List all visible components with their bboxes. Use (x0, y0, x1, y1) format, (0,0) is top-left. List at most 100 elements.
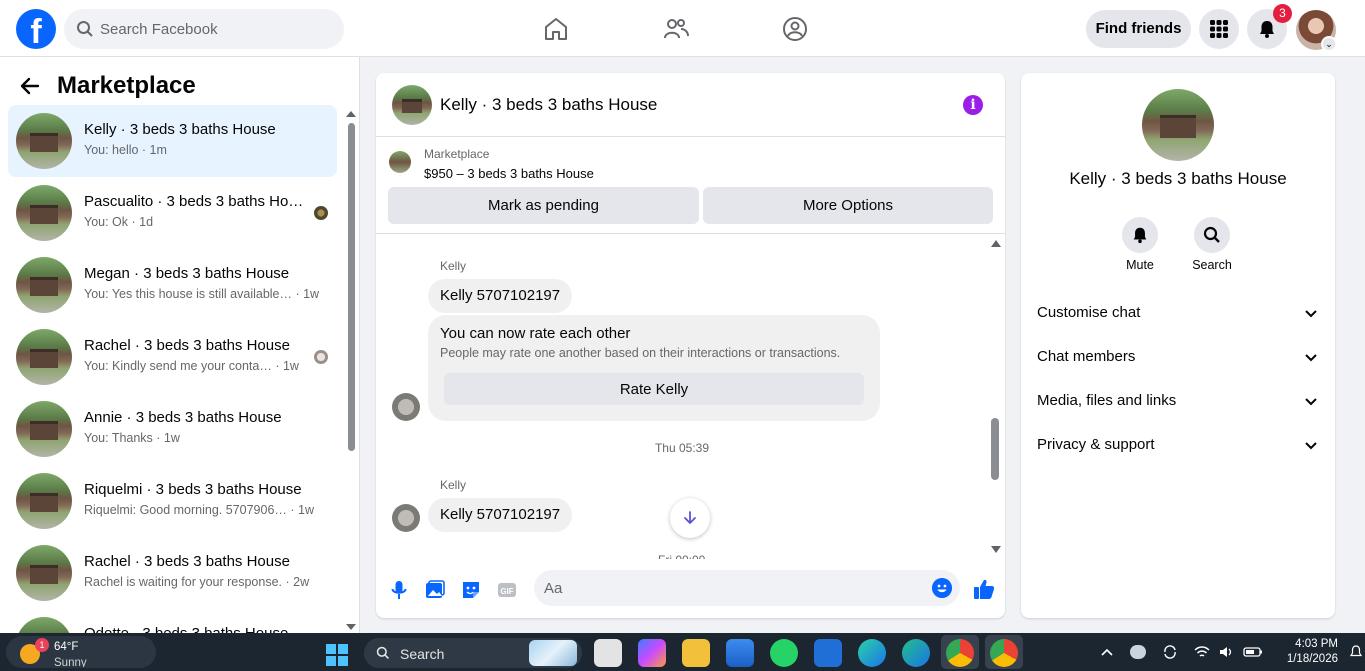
find-friends-button[interactable]: Find friends (1086, 10, 1191, 48)
svg-text:GIF: GIF (500, 587, 513, 596)
conversation-title: Odette · 3 beds 3 baths House (84, 625, 306, 633)
emoji-icon[interactable] (932, 578, 952, 598)
conversation-item[interactable]: Odette · 3 beds 3 baths House (8, 609, 337, 633)
microphone-icon[interactable] (388, 579, 410, 601)
media-files-links-section[interactable]: Media, files and links (1029, 381, 1327, 421)
friends-icon[interactable] (663, 16, 689, 42)
listing-thumbnail (16, 401, 72, 457)
search-box[interactable] (64, 9, 344, 49)
conversation-title: Pascualito · 3 beds 3 baths House (84, 193, 306, 210)
photo-icon[interactable] (424, 579, 446, 601)
search-label: Search (1192, 258, 1232, 272)
home-icon[interactable] (543, 16, 569, 42)
menu-button[interactable] (1199, 9, 1239, 49)
more-options-button[interactable]: More Options (703, 187, 993, 224)
sender-avatar[interactable] (392, 393, 420, 421)
mute-button[interactable] (1122, 217, 1158, 253)
chat-members-section[interactable]: Chat members (1029, 337, 1327, 377)
task-view-icon[interactable] (594, 639, 622, 667)
scroll-up-arrow-icon[interactable] (346, 110, 356, 118)
info-icon[interactable]: i (963, 95, 983, 115)
section-label: Privacy & support (1037, 436, 1155, 453)
marketplace-label: Marketplace (424, 147, 490, 161)
mark-as-pending-button[interactable]: Mark as pending (388, 187, 699, 224)
weather-condition: Sunny (54, 657, 87, 667)
conversation-title: Megan · 3 beds 3 baths House (84, 265, 290, 282)
rating-card: You can now rate each other People may r… (428, 315, 880, 421)
file-explorer-icon[interactable] (682, 639, 710, 667)
chrome-profile-icon[interactable] (990, 639, 1018, 667)
listing-thumbnail (16, 113, 72, 169)
taskbar-search[interactable]: Search (364, 638, 582, 668)
conversation-item[interactable]: Pascualito · 3 beds 3 baths House You: O… (8, 177, 337, 249)
listing-thumbnail (16, 257, 72, 313)
listing-thumbnail (16, 545, 72, 601)
gif-icon[interactable]: GIF (496, 579, 518, 601)
sticker-icon[interactable] (460, 579, 482, 601)
privacy-support-section[interactable]: Privacy & support (1029, 425, 1327, 465)
chat-header: Kelly · 3 beds 3 baths House i (376, 73, 1005, 137)
sidebar-scrollbar-thumb[interactable] (348, 123, 355, 451)
scroll-down-arrow-icon[interactable] (991, 546, 1001, 553)
scroll-up-arrow-icon[interactable] (991, 240, 1001, 247)
conversation-item[interactable]: Megan · 3 beds 3 baths House You: Yes th… (8, 249, 337, 321)
conversation-item[interactable]: Annie · 3 beds 3 baths House You: Thanks… (8, 393, 337, 465)
search-icon (77, 21, 93, 37)
chat-title[interactable]: Kelly · 3 beds 3 baths House (440, 95, 657, 115)
timestamp-separator: Fri 00:00 (658, 553, 705, 559)
copilot-icon[interactable] (638, 639, 666, 667)
facebook-logo[interactable]: f (16, 9, 56, 49)
message-bubble[interactable]: Kelly 5707102197 (428, 279, 573, 313)
rate-kelly-button[interactable]: Rate Kelly (444, 373, 864, 405)
conversation-item[interactable]: Rachel · 3 beds 3 baths House Rachel is … (8, 537, 337, 609)
listing-price-title[interactable]: $950 – 3 beds 3 baths House (424, 166, 594, 181)
onedrive-icon[interactable] (1130, 645, 1146, 659)
volume-icon[interactable] (1218, 645, 1234, 659)
search-conversation-button[interactable] (1194, 217, 1230, 253)
customise-chat-section[interactable]: Customise chat (1029, 293, 1327, 333)
message-composer: GIF (376, 563, 1005, 618)
clock-date: 1/18/2026 (1286, 653, 1338, 665)
scroll-down-arrow-icon[interactable] (346, 623, 356, 631)
wifi-icon[interactable] (1194, 645, 1210, 659)
battery-icon[interactable] (1243, 645, 1263, 659)
details-listing-thumbnail[interactable] (1142, 89, 1214, 161)
like-thumbs-up-icon[interactable] (972, 577, 996, 601)
whatsapp-icon[interactable] (770, 639, 798, 667)
system-clock[interactable]: 4:03 PM 1/18/2026 (1276, 637, 1338, 667)
chat-listing-thumbnail[interactable] (392, 85, 432, 125)
top-navigation-bar: f Find friends 3 ⌄ (0, 0, 1365, 57)
windows-taskbar: 1 64°F Sunny Search 4:03 PM 1/18/2026 (0, 633, 1365, 671)
message-bubble[interactable]: Kelly 5707102197 (428, 498, 573, 532)
microsoft-store-icon[interactable] (726, 639, 754, 667)
edge-dev-icon[interactable] (902, 639, 930, 667)
rating-card-subtitle: People may rate one another based on the… (440, 346, 841, 360)
weather-widget[interactable]: 1 64°F Sunny (6, 636, 156, 668)
edge-icon[interactable] (858, 639, 886, 667)
conversation-item[interactable]: Kelly · 3 beds 3 baths House You: hello … (8, 105, 337, 177)
conversation-preview: You: Ok · 1d (84, 215, 154, 229)
chevron-down-icon[interactable]: ⌄ (1321, 36, 1337, 52)
conversation-item[interactable]: Rachel · 3 beds 3 baths House You: Kindl… (8, 321, 337, 393)
windows-start-icon[interactable] (326, 644, 348, 666)
search-input[interactable] (100, 9, 330, 49)
sender-avatar[interactable] (392, 504, 420, 532)
message-input-box[interactable] (534, 570, 960, 606)
sync-icon[interactable] (1162, 645, 1178, 659)
listing-thumbnail (16, 185, 72, 241)
chat-scrollbar[interactable] (990, 239, 1002, 557)
notification-center-icon[interactable] (1350, 645, 1362, 659)
groups-icon[interactable] (782, 16, 808, 42)
chevron-up-icon[interactable] (1099, 645, 1115, 659)
message-sender: Kelly (440, 478, 467, 492)
notes-app-icon[interactable] (814, 639, 842, 667)
chat-scrollbar-thumb[interactable] (991, 418, 999, 480)
conversation-item[interactable]: Riquelmi · 3 beds 3 baths House Riquelmi… (8, 465, 337, 537)
section-label: Customise chat (1037, 304, 1141, 321)
conversation-preview: Riquelmi: Good morning. 5707906… · 1w (84, 503, 314, 517)
back-arrow-icon[interactable] (20, 76, 40, 96)
scroll-to-bottom-button[interactable] (670, 498, 710, 538)
chrome-icon[interactable] (946, 639, 974, 667)
message-input[interactable] (544, 570, 914, 606)
apps-grid-icon (1210, 20, 1228, 38)
